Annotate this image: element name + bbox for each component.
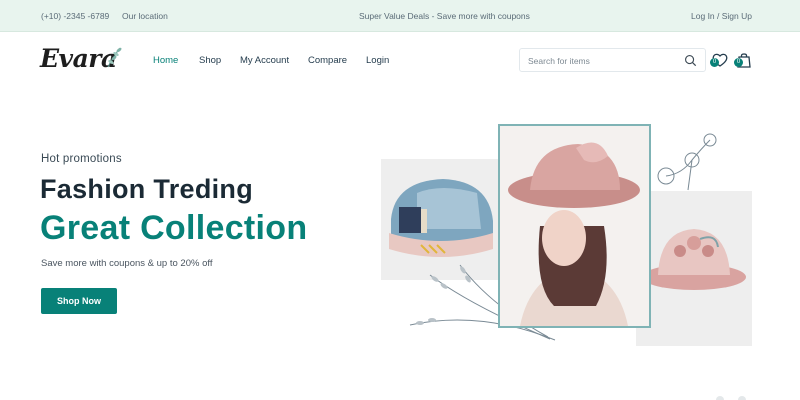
nav-compare[interactable]: Compare: [308, 55, 347, 66]
nav-shop[interactable]: Shop: [199, 55, 221, 66]
hero-title-line2: Great Collection: [40, 209, 308, 247]
wishlist-count-badge: 0: [710, 58, 719, 67]
hat-image-right: [636, 191, 752, 346]
cart-button[interactable]: 0: [734, 51, 753, 69]
cart-count-badge: 0: [734, 58, 743, 67]
hero-title-line1: Fashion Treding: [40, 174, 254, 204]
phone-number: (+10) -2345 -6789: [41, 11, 110, 21]
woman-with-hat-illustration: [500, 126, 649, 326]
leaf-icon: [107, 47, 122, 68]
model-photo: [498, 124, 651, 328]
nav-login[interactable]: Login: [366, 55, 389, 66]
promo-message: Super Value Deals - Save more with coupo…: [359, 11, 530, 21]
nav-home[interactable]: Home: [153, 55, 178, 66]
slider-dot[interactable]: [716, 396, 724, 400]
search-box: [519, 48, 706, 72]
logo[interactable]: Evara: [40, 45, 126, 75]
shop-now-button[interactable]: Shop Now: [41, 288, 117, 314]
flower-sketch-illustration: [657, 133, 717, 191]
slider-dot[interactable]: [738, 396, 746, 400]
floral-hat-illustration: [642, 229, 746, 290]
hero-subtitle: Hot promotions: [41, 153, 122, 165]
nav-my-account[interactable]: My Account: [240, 55, 289, 66]
search-icon[interactable]: [684, 54, 697, 67]
search-input[interactable]: [528, 54, 678, 68]
top-bar: (+10) -2345 -6789 Our location Super Val…: [0, 0, 800, 32]
hero-description: Save more with coupons & up to 20% off: [41, 258, 213, 269]
location-link[interactable]: Our location: [122, 11, 168, 21]
wishlist-button[interactable]: 0: [710, 51, 729, 69]
login-signup-link[interactable]: Log In / Sign Up: [691, 11, 752, 21]
